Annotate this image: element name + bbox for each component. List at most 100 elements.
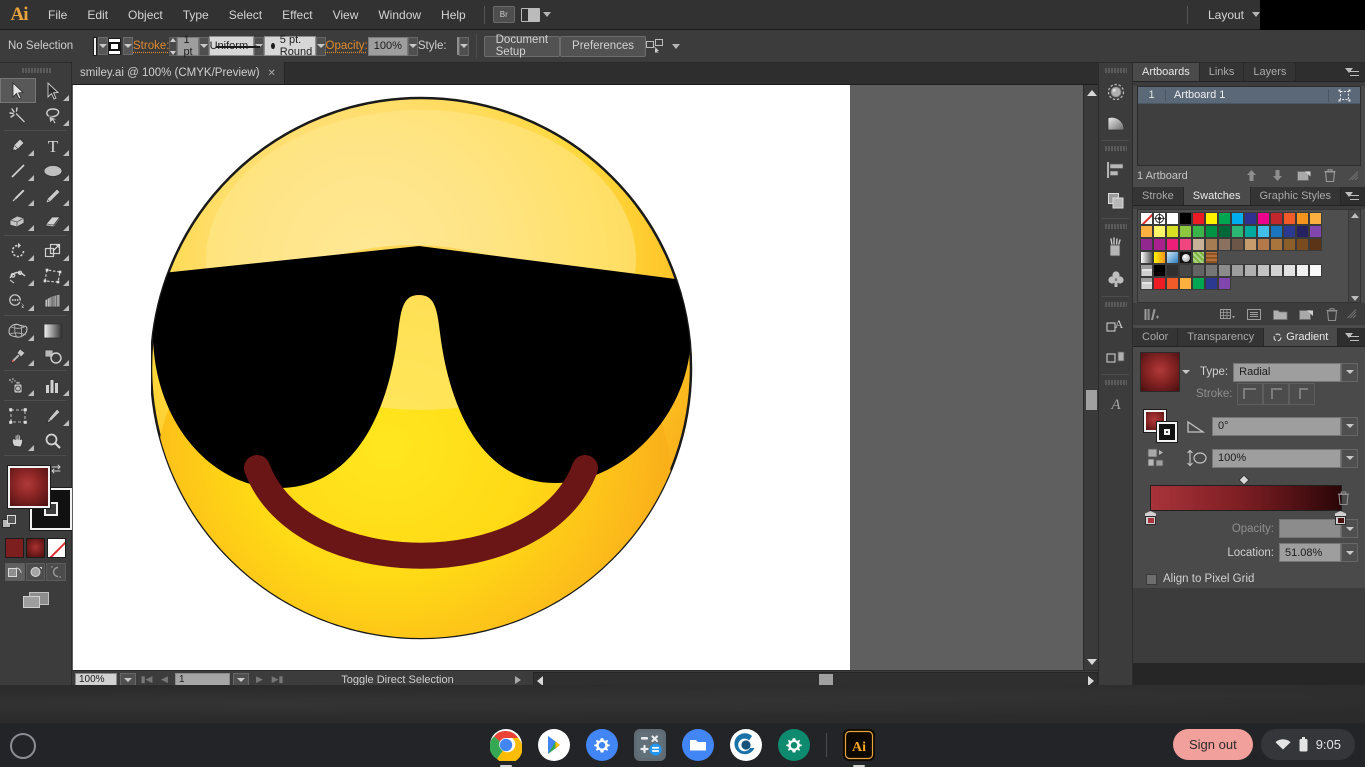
arrange-documents-button[interactable]	[515, 7, 557, 22]
swatch-magenta[interactable]	[1257, 212, 1270, 225]
dock-grip[interactable]	[1104, 222, 1127, 231]
canvas-area[interactable]	[72, 85, 1098, 671]
smiley-face-artwork[interactable]	[151, 85, 771, 665]
swatch-cell[interactable]	[1231, 238, 1244, 251]
scroll-up-icon[interactable]	[1087, 90, 1097, 96]
column-graph-tool[interactable]	[36, 373, 72, 398]
stroke-dropdown-button[interactable]	[123, 37, 133, 55]
swatches-panel-menu-icon[interactable]	[1345, 187, 1365, 205]
artboard-canvas[interactable]	[73, 85, 850, 671]
menu-window[interactable]: Window	[368, 0, 431, 30]
dock-grip[interactable]	[1104, 300, 1127, 309]
delete-artboard-button[interactable]	[1324, 169, 1336, 182]
sign-out-button[interactable]: Sign out	[1172, 729, 1253, 760]
swatches-grid[interactable]	[1137, 209, 1361, 303]
opacity-input[interactable]: 100%	[367, 36, 408, 56]
opacity-dropdown[interactable]	[407, 36, 418, 56]
type-tool[interactable]: T	[36, 133, 72, 158]
swatch-cell[interactable]	[1192, 238, 1205, 251]
artboard-row[interactable]: 1 Artboard 1	[1138, 87, 1360, 104]
dock-grip[interactable]	[1104, 144, 1127, 153]
mesh-tool[interactable]	[0, 318, 36, 343]
swatch-green[interactable]	[1218, 212, 1231, 225]
swatch-pattern-leaves[interactable]	[1192, 251, 1205, 264]
paintbrush-tool[interactable]	[0, 183, 36, 208]
swatch-cell[interactable]	[1283, 264, 1296, 277]
tools-panel-grip[interactable]	[20, 65, 51, 75]
graphic-styles-icon[interactable]	[1099, 341, 1132, 372]
delete-gradient-stop-button[interactable]	[1337, 491, 1350, 508]
stroke-gradient-along-button[interactable]	[1263, 383, 1290, 405]
swatch-cell[interactable]	[1218, 264, 1231, 277]
shape-builder-tool[interactable]	[0, 288, 36, 313]
chevron-down-icon[interactable]	[1182, 370, 1190, 374]
chevron-down-icon[interactable]	[672, 43, 681, 49]
stroke-weight-stepper[interactable]	[169, 36, 178, 56]
gradient-angle-dropdown[interactable]	[1341, 416, 1358, 436]
new-swatch-button[interactable]	[1293, 308, 1319, 321]
menu-select[interactable]: Select	[219, 0, 272, 30]
swatch-cell[interactable]	[1283, 225, 1296, 238]
status-tray[interactable]: 9:05	[1260, 729, 1355, 760]
blob-brush-tool[interactable]	[0, 208, 36, 233]
ellipse-tool[interactable]	[36, 158, 72, 183]
calculator-icon[interactable]	[634, 729, 666, 761]
magic-wand-tool[interactable]	[0, 103, 36, 128]
workspace-switcher[interactable]: Layout	[1179, 0, 1365, 30]
draw-normal-button[interactable]	[5, 563, 25, 581]
draw-behind-button[interactable]	[25, 563, 46, 581]
selection-tool[interactable]	[0, 78, 36, 103]
swatch-registration[interactable]	[1153, 212, 1166, 225]
opacity-label[interactable]: Opacity:	[326, 40, 368, 52]
new-color-group-button[interactable]	[1267, 308, 1293, 321]
swatch-cyan[interactable]	[1231, 212, 1244, 225]
chrome-icon[interactable]	[490, 729, 522, 767]
swatch-cell[interactable]	[1166, 264, 1179, 277]
pencil-tool[interactable]	[36, 183, 72, 208]
lasso-tool[interactable]	[36, 103, 72, 128]
gradient-location-dropdown[interactable]	[1341, 543, 1358, 562]
gradient-stop-end[interactable]	[1335, 511, 1346, 525]
swatch-cell[interactable]	[1166, 225, 1179, 238]
tab-color[interactable]: Color	[1133, 328, 1179, 346]
swatch-yellow[interactable]	[1205, 212, 1218, 225]
artboard-tool[interactable]	[0, 403, 36, 428]
delete-swatch-button[interactable]	[1319, 307, 1345, 321]
align-pixel-grid-row[interactable]: Align to Pixel Grid	[1140, 567, 1358, 585]
artboards-panel-menu-icon[interactable]	[1345, 63, 1365, 81]
swatch-options-button[interactable]	[1241, 308, 1267, 321]
gradient-location-input[interactable]: 51.08%	[1279, 543, 1341, 562]
fill-color-box[interactable]	[7, 465, 51, 509]
swatch-cell[interactable]	[1309, 225, 1322, 238]
align-pixel-grid-checkbox[interactable]	[1146, 573, 1157, 585]
swatch-cell[interactable]	[1179, 238, 1192, 251]
gradient-aspect-dropdown[interactable]	[1341, 448, 1358, 468]
gradient-slider[interactable]	[1140, 474, 1358, 525]
swatch-blue[interactable]	[1244, 212, 1257, 225]
symbols-icon[interactable]	[1099, 263, 1132, 294]
scroll-down-icon[interactable]	[1351, 296, 1359, 301]
swatch-cell[interactable]	[1257, 264, 1270, 277]
menu-view[interactable]: View	[323, 0, 369, 30]
select-similar-objects-icon[interactable]	[646, 39, 664, 53]
swatch-cell[interactable]	[1296, 264, 1309, 277]
swatch-red[interactable]	[1192, 212, 1205, 225]
default-fill-stroke-icon[interactable]	[2, 515, 17, 530]
scroll-right-icon[interactable]	[1088, 675, 1094, 686]
resize-grip-icon[interactable]	[1345, 309, 1359, 319]
swatch-black[interactable]	[1179, 212, 1192, 225]
swatch-cell[interactable]	[1257, 225, 1270, 238]
document-tab[interactable]: smiley.ai @ 100% (CMYK/Preview) ✕	[72, 62, 285, 84]
swatch-cell[interactable]	[1270, 225, 1283, 238]
tab-stroke[interactable]: Stroke	[1133, 187, 1184, 205]
menu-edit[interactable]: Edit	[77, 0, 118, 30]
brushes-libraries-icon[interactable]	[1099, 76, 1132, 107]
stroke-gradient-within-button[interactable]	[1237, 383, 1264, 405]
browser-teal-icon[interactable]	[730, 729, 762, 761]
swatch-cell[interactable]	[1218, 277, 1231, 290]
play-store-icon[interactable]	[538, 729, 570, 761]
eyedropper-tool[interactable]	[0, 343, 36, 368]
brush-definition[interactable]: 5 pt. Round	[264, 34, 316, 58]
gradient-opacity-input[interactable]	[1279, 519, 1341, 538]
tab-graphic-styles[interactable]: Graphic Styles	[1250, 187, 1342, 205]
